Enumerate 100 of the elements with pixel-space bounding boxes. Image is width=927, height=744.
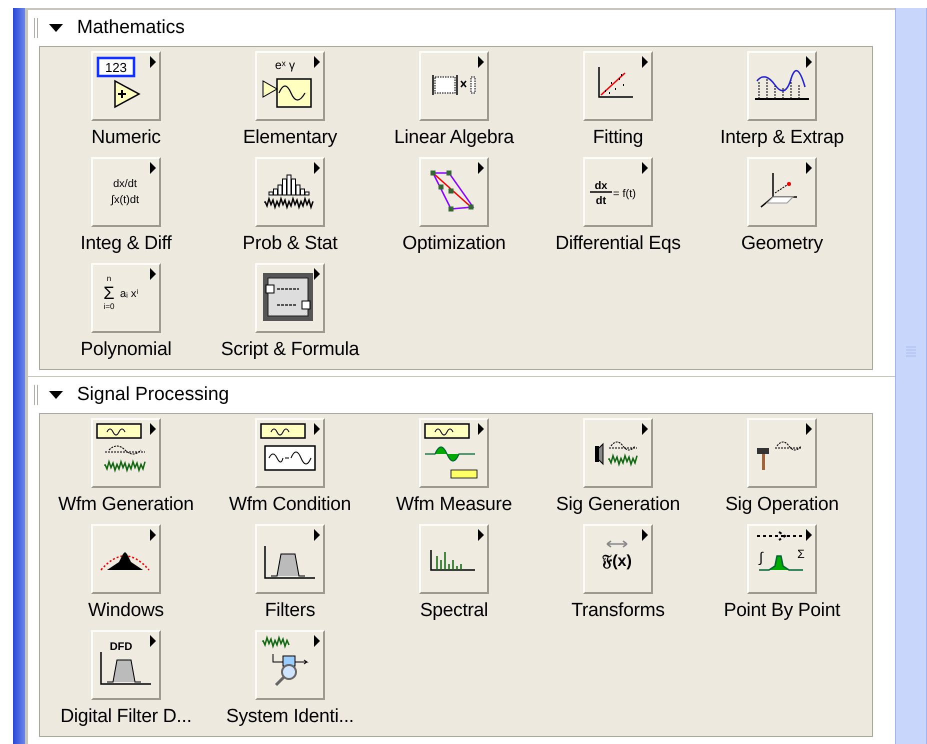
palette-label: Digital Filter D... [60, 706, 192, 728]
icon-text: Σ [797, 547, 805, 561]
palette-button[interactable] [419, 524, 489, 594]
palette-label: Sig Operation [725, 494, 839, 516]
palette-button[interactable]: 𝔉(x) [583, 524, 653, 594]
submenu-arrow-icon [314, 56, 320, 68]
palette-button[interactable] [419, 418, 489, 488]
palette-button[interactable] [255, 418, 325, 488]
function-graph-icon [262, 78, 312, 108]
icon-text: n [106, 274, 112, 283]
icon-text: i=0 [104, 302, 114, 311]
scrollbar[interactable] [895, 8, 927, 744]
palette-button[interactable] [419, 157, 489, 227]
icon-text: DFD [110, 641, 132, 653]
palette-label: Wfm Generation [58, 494, 194, 516]
icon-text: = f(t) [613, 188, 636, 200]
palette-button[interactable]: dx/dt ∫x(t)dt [91, 157, 161, 227]
palette-label: Spectral [420, 600, 488, 622]
palette-label: Fitting [592, 127, 644, 149]
palette-label: Filters [264, 600, 316, 622]
palette-button[interactable] [255, 524, 325, 594]
palette-button[interactable]: DFD [91, 630, 161, 700]
icon-text: dx/dt [113, 178, 137, 190]
submenu-arrow-icon [150, 423, 156, 435]
submenu-arrow-icon [478, 529, 484, 541]
icon-text: aᵢ xⁱ [120, 288, 138, 300]
icon-text: dt [596, 195, 606, 207]
palette-button[interactable]: 123 [91, 51, 161, 121]
palette-button[interactable] [747, 51, 817, 121]
palette-label: Interp & Extrap [720, 127, 844, 149]
submenu-arrow-icon [314, 635, 320, 647]
palette-button[interactable] [91, 524, 161, 594]
palette-label: Wfm Measure [396, 494, 512, 516]
submenu-arrow-icon [478, 56, 484, 68]
palette-label: Differential Eqs [555, 233, 681, 255]
window-function-icon [100, 552, 150, 571]
collapse-toggle-icon[interactable] [48, 389, 64, 401]
icon-text: eˣ γ [275, 58, 295, 72]
palette-button[interactable] [91, 418, 161, 488]
spectrum-icon [430, 550, 475, 571]
palette-label: Linear Algebra [394, 127, 514, 149]
waveform-icon [260, 423, 316, 471]
script-node-icon [263, 273, 313, 321]
submenu-arrow-icon [642, 56, 648, 68]
palette-button[interactable]: eˣ γ [255, 51, 325, 121]
waveform-icon [96, 423, 146, 473]
palette-button[interactable]: ∫ Σ [747, 524, 817, 594]
palette-button[interactable] [747, 418, 817, 488]
matrix-icon [432, 74, 476, 96]
icon-text: dx [594, 180, 608, 192]
palette-label: Prob & Stat [242, 233, 338, 255]
palette-label: Polynomial [80, 339, 172, 361]
submenu-arrow-icon [806, 162, 812, 174]
submenu-arrow-icon [314, 529, 320, 541]
icon-text: Σ [103, 283, 115, 303]
palette-button[interactable] [583, 51, 653, 121]
palette-label: Numeric [91, 127, 161, 149]
palette-button[interactable] [255, 263, 325, 333]
submenu-arrow-icon [314, 162, 320, 174]
icon-text: ∫ [759, 549, 763, 565]
section-title: Signal Processing [77, 382, 230, 407]
submenu-arrow-icon [314, 423, 320, 435]
palette-label: Transforms [571, 600, 665, 622]
submenu-arrow-icon [642, 529, 648, 541]
axes-icon [760, 172, 798, 208]
icon-text: 123 [105, 60, 127, 75]
submenu-arrow-icon [478, 162, 484, 174]
palette-label: Geometry [741, 233, 823, 255]
hammer-and-wave-icon [757, 442, 802, 470]
palette-label: Script & Formula [220, 339, 360, 361]
palette-label: Sig Generation [556, 494, 680, 516]
palette-button[interactable] [583, 418, 653, 488]
scatter-fit-icon [598, 67, 633, 98]
palette-button[interactable] [255, 630, 325, 700]
signal-source-icon [595, 442, 638, 467]
histogram-icon [264, 174, 314, 210]
palette-button[interactable] [255, 157, 325, 227]
submenu-arrow-icon [150, 56, 156, 68]
submenu-arrow-icon [806, 529, 812, 541]
submenu-arrow-icon [642, 423, 648, 435]
icon-text: 𝔉(x) [602, 553, 632, 570]
optimization-polygon-icon [430, 170, 474, 212]
palette-label: Elementary [242, 127, 338, 149]
collapse-toggle-icon[interactable] [48, 22, 64, 34]
palette-button[interactable]: n Σ i=0 aᵢ xⁱ [91, 263, 161, 333]
filter-response-icon [264, 546, 315, 579]
waveform-icon [424, 423, 478, 478]
palette-button[interactable] [419, 51, 489, 121]
interpolation-chart-icon [755, 70, 809, 100]
icon-text: ∫x(t)dt [110, 194, 140, 206]
amplifier-icon [114, 80, 141, 108]
submenu-arrow-icon [478, 423, 484, 435]
palette-label: Integ & Diff [80, 233, 172, 255]
palette-label: Wfm Condition [229, 494, 351, 516]
palette-label: Windows [88, 600, 164, 622]
submenu-arrow-icon [806, 423, 812, 435]
grip-icon [905, 345, 917, 357]
palette-label: Optimization [402, 233, 506, 255]
submenu-arrow-icon [806, 56, 812, 68]
submenu-arrow-icon [642, 162, 648, 174]
